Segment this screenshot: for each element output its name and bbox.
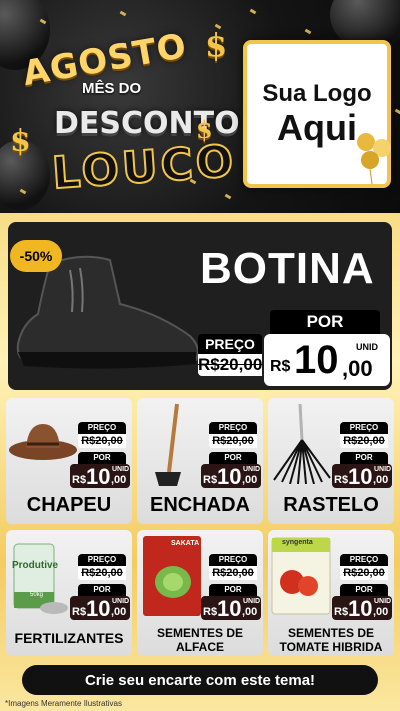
product-name: RASTELO bbox=[283, 494, 379, 516]
confetti-decoration bbox=[394, 108, 400, 115]
por-label: POR bbox=[340, 452, 388, 464]
price-cents: ,00 bbox=[342, 356, 373, 381]
price-int: 10 bbox=[348, 464, 373, 489]
price-label: PREÇO bbox=[78, 554, 126, 566]
hero-product-name: BOTINA bbox=[200, 244, 375, 293]
product-name: FERTILIZANTES bbox=[14, 630, 124, 646]
dollar-icon: $ bbox=[205, 26, 228, 64]
por-label: POR bbox=[209, 452, 257, 464]
product-name: ENCHADA bbox=[150, 494, 250, 516]
price-label: PREÇO bbox=[78, 422, 126, 434]
price-int: 10 bbox=[86, 596, 111, 621]
price-label: PREÇO bbox=[340, 422, 388, 434]
unit-label: UNID bbox=[374, 466, 392, 473]
old-price: R$20,00 bbox=[340, 434, 388, 448]
price-label: PREÇO bbox=[209, 554, 257, 566]
product-name-line1: SEMENTES DE bbox=[287, 626, 374, 640]
fertilizer-weight: 50kg bbox=[30, 592, 44, 598]
price-int: 10 bbox=[294, 338, 339, 382]
price-int: 10 bbox=[217, 464, 242, 489]
price-label: PREÇO bbox=[209, 422, 257, 434]
price-int: 10 bbox=[348, 596, 373, 621]
por-label: POR bbox=[78, 584, 126, 596]
por-label: POR bbox=[340, 584, 388, 596]
gold-balloons-icon bbox=[357, 133, 391, 184]
por-label: POR bbox=[270, 310, 380, 334]
price-cents: ,00 bbox=[373, 474, 389, 486]
header-banner: AGOSTO MÊS DO DESCONTO LOUCO $ $ $ Sua L… bbox=[0, 0, 400, 215]
logo-line2: Aqui bbox=[277, 107, 357, 149]
old-price: R$20,00 bbox=[209, 434, 257, 448]
unit-label: UNID bbox=[112, 598, 130, 605]
por-label: POR bbox=[78, 452, 126, 464]
seed-brand: SAKATA bbox=[171, 540, 200, 547]
tomato-seed-brand: syngenta bbox=[282, 539, 313, 546]
tomato-seed-packet-image bbox=[271, 537, 331, 615]
old-price: R$20,00 bbox=[209, 566, 257, 580]
new-price: R$ 10 ,00 UNID bbox=[201, 596, 261, 621]
unit-label: UNID bbox=[243, 598, 261, 605]
product-name-line2: TOMATE HIBRIDA bbox=[279, 640, 383, 654]
confetti-decoration bbox=[304, 28, 312, 35]
price-label: PREÇO bbox=[340, 554, 388, 566]
currency: R$ bbox=[334, 474, 349, 486]
new-price: R$ 10 ,00 UNID bbox=[332, 596, 392, 621]
footnote: *Imagens Meramente Ilustrativas bbox=[5, 699, 122, 708]
currency: R$ bbox=[203, 606, 218, 618]
unit-label: UNID bbox=[243, 466, 261, 473]
discount-badge: -50% bbox=[10, 240, 62, 272]
promo-subtitle-text: MÊS DO bbox=[82, 80, 142, 97]
old-price: R$20,00 bbox=[78, 566, 126, 580]
confetti-decoration bbox=[119, 10, 127, 17]
new-price: R$ 10 ,00 UNID bbox=[201, 464, 261, 489]
price-cents: ,00 bbox=[373, 606, 389, 618]
price-cents: ,00 bbox=[111, 474, 127, 486]
currency: R$ bbox=[203, 474, 218, 486]
rake-image bbox=[273, 404, 331, 484]
product-name: CHAPEU bbox=[26, 494, 112, 516]
hat-image bbox=[9, 424, 77, 460]
product-name-line2: ALFACE bbox=[176, 640, 224, 654]
fertilizer-brand: Produtive bbox=[12, 560, 59, 571]
price-cents: ,00 bbox=[242, 606, 258, 618]
hoe-image bbox=[155, 403, 181, 486]
unit-label: UNID bbox=[112, 466, 130, 473]
price-int: 10 bbox=[217, 596, 242, 621]
promo-louco-text: LOUCO bbox=[49, 135, 238, 201]
new-price: R$ 10 ,00 UNID bbox=[264, 334, 390, 386]
price-cents: ,00 bbox=[242, 474, 258, 486]
currency: R$ bbox=[334, 606, 349, 618]
confetti-decoration bbox=[249, 8, 257, 15]
price-int: 10 bbox=[86, 464, 111, 489]
old-price: R$20,00 bbox=[78, 434, 126, 448]
currency: R$ bbox=[72, 606, 87, 618]
unit-label: UNID bbox=[374, 598, 392, 605]
unit-label: UNID bbox=[356, 342, 378, 352]
new-price: R$ 10 ,00 UNID bbox=[332, 464, 392, 489]
price-cents: ,00 bbox=[111, 606, 127, 618]
currency: R$ bbox=[72, 474, 87, 486]
create-flyer-button[interactable]: Crie seu encarte com este tema! bbox=[22, 665, 378, 695]
product-name-line1: SEMENTES DE bbox=[156, 626, 243, 640]
por-label: POR bbox=[209, 584, 257, 596]
old-price: R$20,00 bbox=[198, 354, 263, 376]
new-price: R$ 10 ,00 UNID bbox=[70, 464, 130, 489]
new-price: R$ 10 ,00 UNID bbox=[70, 596, 130, 621]
old-price: R$20,00 bbox=[340, 566, 388, 580]
currency: R$ bbox=[270, 358, 291, 375]
dollar-icon: $ bbox=[196, 115, 213, 144]
fertilizer-bag-image bbox=[13, 543, 68, 614]
price-label: PREÇO bbox=[198, 334, 262, 354]
dollar-icon: $ bbox=[10, 124, 31, 159]
logo-line1: Sua Logo bbox=[262, 80, 372, 108]
